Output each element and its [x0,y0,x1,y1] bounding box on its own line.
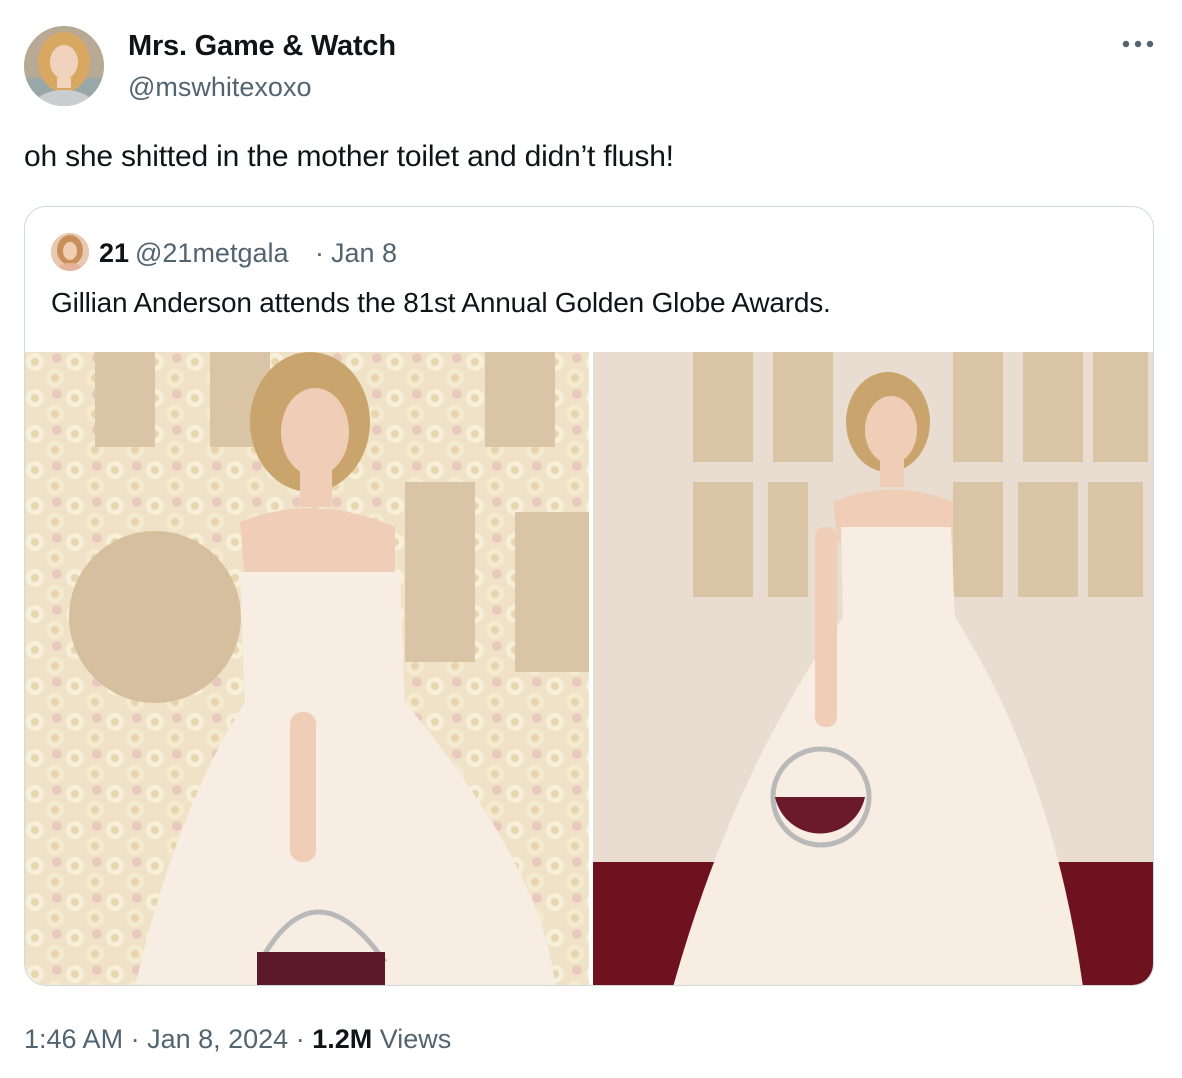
red-carpet-photo-right [593,352,1153,985]
tweet-meta: 1:46 AM · Jan 8, 2024 · 1.2M Views [24,1024,451,1055]
quoted-text: Gillian Anderson attends the 81st Annual… [51,287,831,318]
quoted-author-handle[interactable]: @21metgala [135,238,289,269]
photo-right[interactable] [593,352,1153,985]
quoted-author-name[interactable]: 21 [99,238,129,269]
quoted-tweet-card[interactable]: 21 @21metgala · Jan 8 Gillian Anderson a… [24,206,1154,986]
more-options-icon [1122,40,1154,48]
quoted-separator: · [315,238,324,268]
author-handle[interactable]: @mswhitexoxo [128,72,311,103]
quoted-date[interactable]: Jan 8 [331,238,397,269]
red-carpet-photo-left [25,352,589,985]
user-avatar-photo-icon [24,26,104,106]
author-avatar[interactable] [24,26,104,106]
more-options-button[interactable] [1116,22,1160,66]
meta-separator: · [288,1024,313,1054]
tweet-text: oh she shitted in the mother toilet and … [24,140,674,173]
tweet-time[interactable]: 1:46 AM [24,1024,123,1054]
quoted-author-avatar[interactable] [51,233,89,271]
quoted-avatar-photo-icon [51,233,89,271]
meta-separator: · [123,1024,148,1054]
views-count: 1.2M [312,1024,373,1054]
views-label: Views [372,1024,452,1054]
photo-left[interactable] [25,352,589,985]
tweet-date[interactable]: Jan 8, 2024 [147,1024,288,1054]
author-name[interactable]: Mrs. Game & Watch [128,30,396,63]
